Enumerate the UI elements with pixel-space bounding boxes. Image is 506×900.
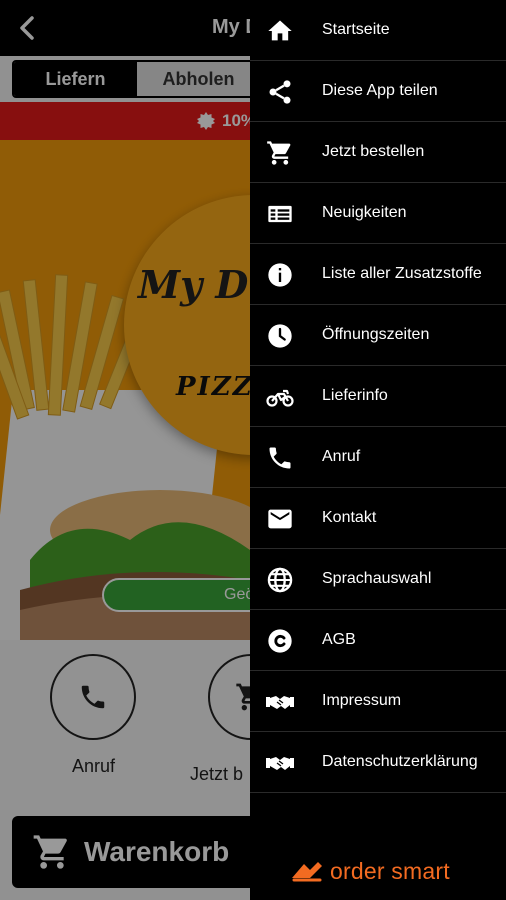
menu-item-label: Anruf: [322, 448, 361, 465]
handshake-icon: [266, 757, 294, 770]
menu-item-imprint[interactable]: Impressum: [250, 671, 506, 732]
phone-icon: [269, 447, 291, 469]
menu-item-label: AGB: [322, 631, 356, 648]
order-smart-logo: order smart: [290, 854, 450, 888]
menu-item-delivery-info[interactable]: Lieferinfo: [250, 366, 506, 427]
menu-item-share[interactable]: Diese App teilen: [250, 61, 506, 122]
handshake-icon: [266, 696, 294, 709]
menu-item-label: Kontakt: [322, 509, 377, 526]
globe-icon: [267, 567, 293, 593]
menu-item-opening-hours[interactable]: Öffnungszeiten: [250, 305, 506, 366]
info-icon: [268, 263, 292, 287]
menu-item-startseite[interactable]: Startseite: [250, 0, 506, 61]
menu-item-contact[interactable]: Kontakt: [250, 488, 506, 549]
menu-item-terms[interactable]: AGB: [250, 610, 506, 671]
menu-item-label: Liste aller Zusatzstoffe: [322, 265, 482, 282]
menu-item-label: Öffnungszeiten: [322, 326, 430, 343]
menu-item-label: Impressum: [322, 692, 402, 709]
share-icon: [269, 80, 291, 104]
clock-icon: [268, 324, 292, 348]
menu-item-call[interactable]: Anruf: [250, 427, 506, 488]
home-icon: [268, 20, 292, 41]
navigation-drawer: Startseite Diese App teilen Jetzt bestel…: [250, 0, 506, 900]
menu-item-order[interactable]: Jetzt bestellen: [250, 122, 506, 183]
brand-text: order smart: [330, 857, 450, 884]
copyright-icon: [268, 629, 292, 653]
menu-item-label: Datenschutzerklärung: [322, 753, 478, 770]
menu-item-label: Lieferinfo: [322, 387, 388, 404]
menu-item-privacy[interactable]: Datenschutzerklärung: [250, 732, 506, 793]
menu-item-label: Neuigkeiten: [322, 204, 407, 221]
menu-item-news[interactable]: Neuigkeiten: [250, 183, 506, 244]
cart-icon: [267, 141, 291, 165]
menu-item-label: Sprachauswahl: [322, 570, 432, 587]
menu-item-language[interactable]: Sprachauswahl: [250, 549, 506, 610]
menu-item-label: Jetzt bestellen: [322, 143, 425, 160]
news-icon: [268, 205, 292, 223]
menu-item-label: Startseite: [322, 21, 390, 38]
motorbike-icon: [266, 389, 294, 407]
menu-item-additives[interactable]: Liste aller Zusatzstoffe: [250, 244, 506, 305]
order-smart-logo-icon: [292, 862, 322, 882]
menu-item-label: Diese App teilen: [322, 82, 438, 99]
mail-icon: [268, 509, 292, 529]
